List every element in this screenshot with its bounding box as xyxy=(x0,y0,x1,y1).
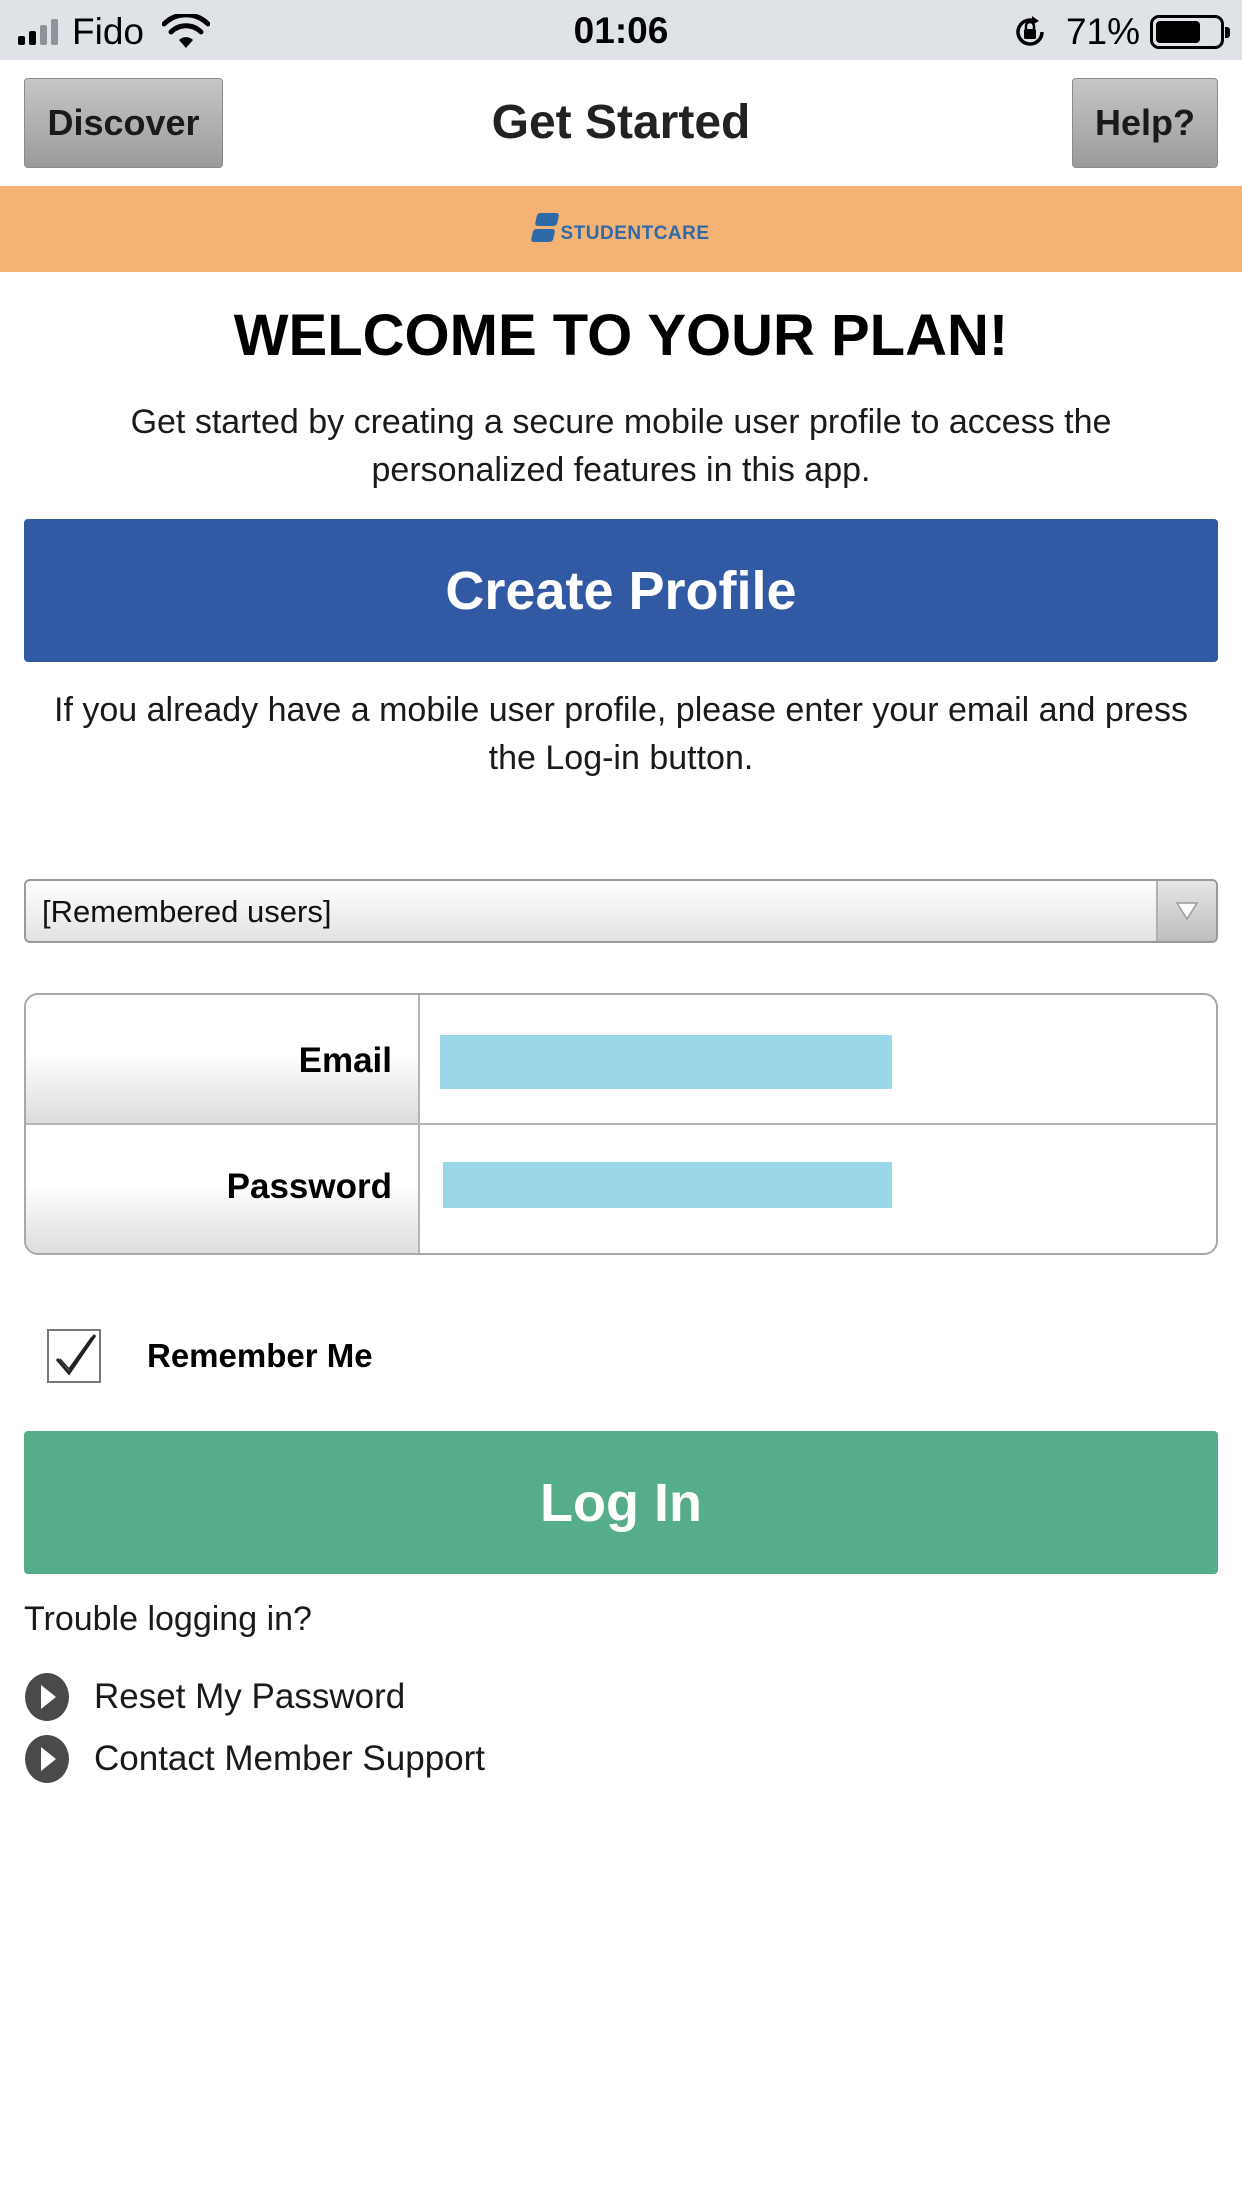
logo-mark-icon xyxy=(531,213,560,245)
discover-button[interactable]: Discover xyxy=(24,78,223,168)
reset-password-link[interactable]: Reset My Password xyxy=(24,1672,405,1722)
reset-password-label[interactable]: Reset My Password xyxy=(94,1677,405,1717)
orientation-lock-icon xyxy=(1016,16,1044,46)
remembered-users-select[interactable]: [Remembered users] xyxy=(24,879,1218,943)
battery-percentage: 71% xyxy=(1065,11,1140,52)
email-row: Email xyxy=(26,995,1216,1125)
remember-me-checkbox[interactable] xyxy=(47,1329,101,1383)
status-right: 71% xyxy=(1012,11,1230,52)
intro-text: Get started by creating a secure mobile … xyxy=(130,403,1112,489)
status-bar: Fido 01:06 71% xyxy=(0,0,1242,60)
remember-me-row: Remember Me xyxy=(47,1329,373,1383)
password-label: Password xyxy=(26,1125,420,1253)
studentcare-logo: STUDENTCARE xyxy=(531,213,710,245)
play-circle-icon xyxy=(25,1673,69,1721)
dropdown-arrow-icon[interactable] xyxy=(1156,881,1216,941)
battery-icon xyxy=(1150,15,1230,49)
login-form: Email Password xyxy=(24,993,1218,1255)
create-profile-button[interactable]: Create Profile xyxy=(24,519,1218,662)
navigation-bar: Discover Get Started Help? xyxy=(0,60,1242,186)
help-button[interactable]: Help? xyxy=(1072,78,1218,168)
logo-text: STUDENTCARE xyxy=(560,223,710,244)
password-field[interactable] xyxy=(443,1162,892,1208)
contact-support-label[interactable]: Contact Member Support xyxy=(94,1739,485,1779)
remember-me-label[interactable]: Remember Me xyxy=(147,1337,373,1375)
welcome-heading: WELCOME TO YOUR PLAN! xyxy=(233,303,1009,368)
email-field[interactable] xyxy=(440,1035,892,1089)
email-label: Email xyxy=(26,995,420,1123)
play-circle-icon xyxy=(25,1735,69,1783)
checkmark-icon xyxy=(55,1334,97,1376)
brand-banner: STUDENTCARE xyxy=(0,186,1242,272)
login-instructions: If you already have a mobile user profil… xyxy=(54,691,1188,777)
contact-support-link[interactable]: Contact Member Support xyxy=(24,1734,485,1784)
log-in-button[interactable]: Log In xyxy=(24,1431,1218,1574)
battery-level-fill xyxy=(1156,21,1201,43)
password-row: Password xyxy=(26,1125,1216,1253)
trouble-heading: Trouble logging in? xyxy=(24,1600,312,1638)
remembered-users-value: [Remembered users] xyxy=(42,894,332,929)
